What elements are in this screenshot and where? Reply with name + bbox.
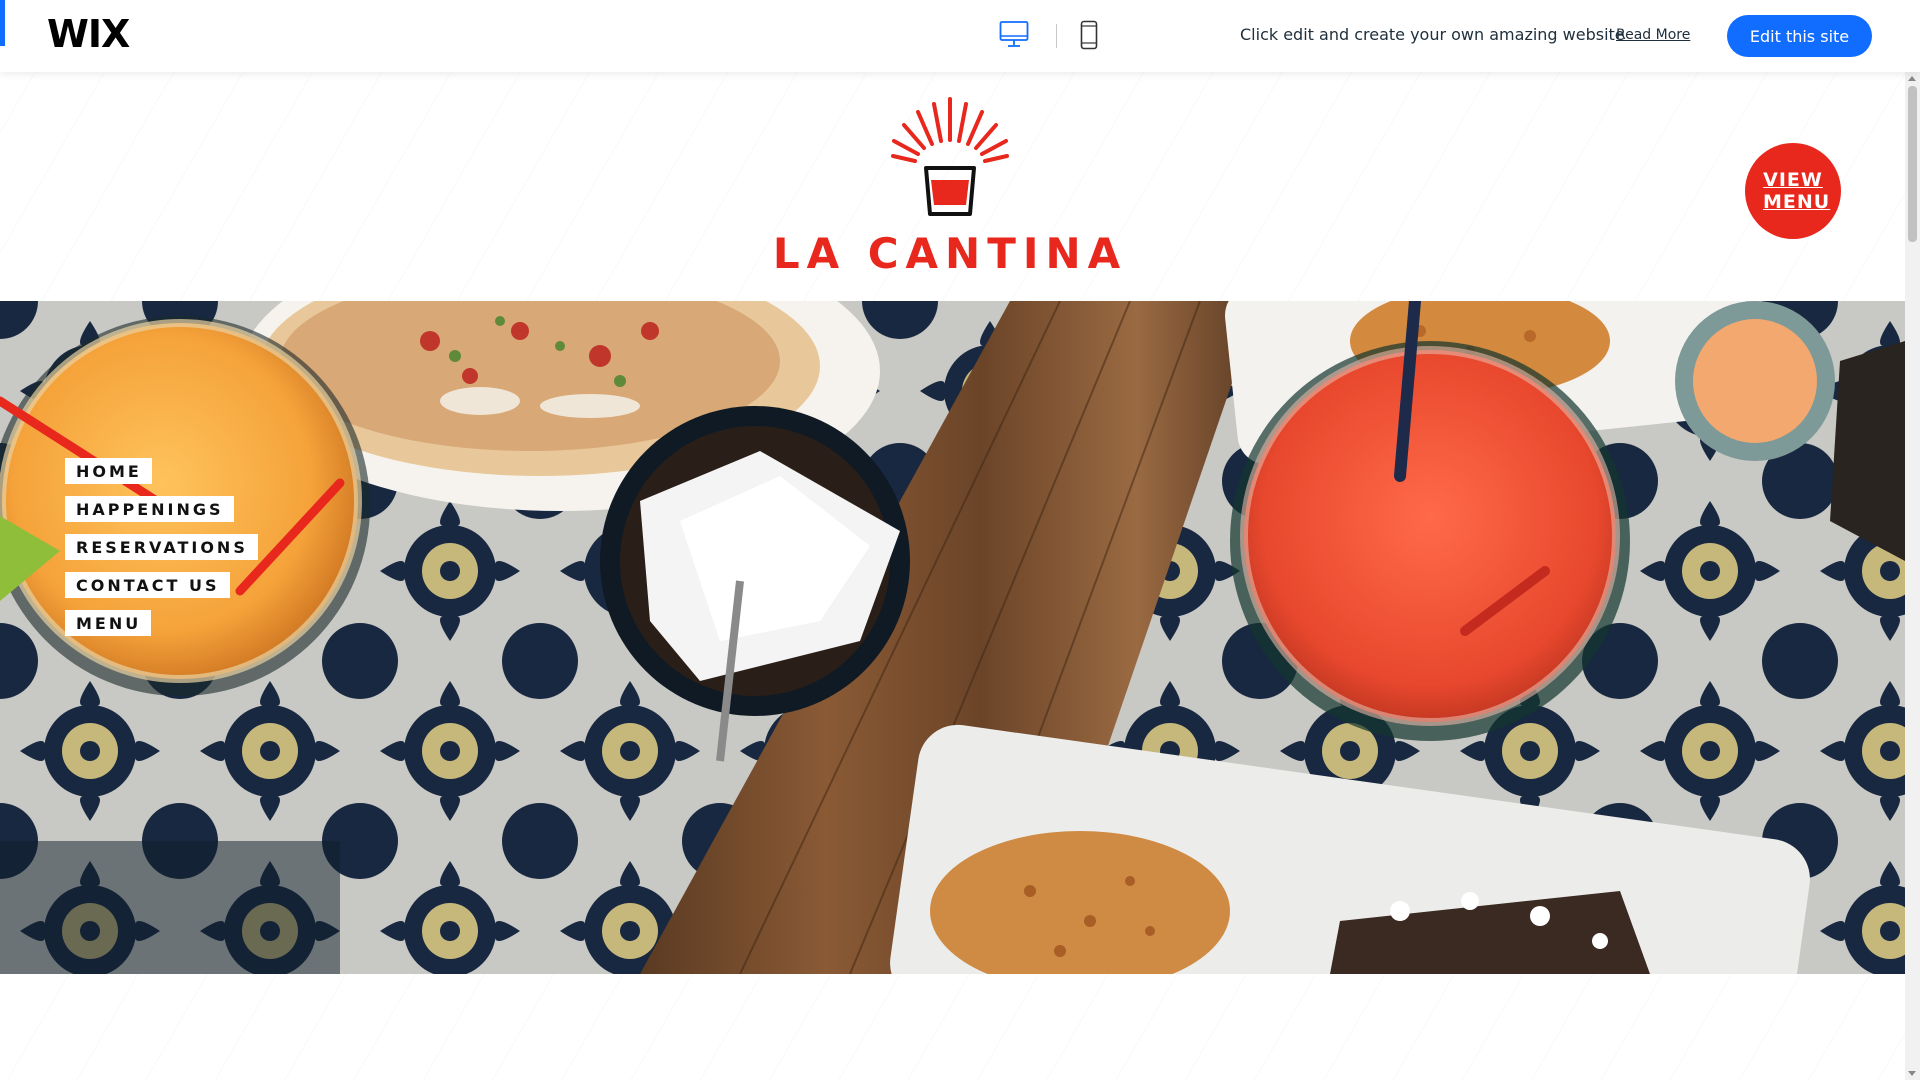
promo-text: Click edit and create your own amazing w…: [1240, 25, 1625, 44]
desktop-icon[interactable]: [999, 20, 1029, 53]
view-menu-button[interactable]: VIEW MENU: [1745, 143, 1841, 239]
read-more-link[interactable]: Read More: [1616, 27, 1690, 43]
nav-item-reservations[interactable]: RESERVATIONS: [65, 534, 258, 560]
wix-top-bar: WIX Click edit and create your own amazi…: [0, 0, 1920, 72]
device-separator: [1056, 24, 1057, 48]
scroll-up-arrow[interactable]: [1908, 76, 1916, 81]
scroll-down-arrow[interactable]: [1908, 1071, 1916, 1076]
nav-item-home[interactable]: HOME: [65, 458, 152, 484]
wix-logo[interactable]: WIX: [47, 12, 130, 56]
hero-food-illustration: [0, 301, 1905, 974]
scroll-thumb[interactable]: [1908, 86, 1917, 242]
nav-item-happenings[interactable]: HAPPENINGS: [65, 496, 234, 522]
site-page: LA CANTINA VIEW MENU HOME HAPPENINGS RES…: [0, 72, 1905, 1080]
wix-accent-stripe: [0, 0, 5, 46]
mobile-icon[interactable]: [1080, 20, 1098, 55]
nav-item-contact-us[interactable]: CONTACT US: [65, 572, 230, 598]
site-nav: HOME HAPPENINGS RESERVATIONS CONTACT US …: [65, 458, 258, 648]
drink-glass-icon: [890, 96, 1010, 223]
hero-image: HOME HAPPENINGS RESERVATIONS CONTACT US …: [0, 301, 1905, 974]
page-scrollbar[interactable]: [1905, 72, 1920, 1080]
nav-item-menu[interactable]: MENU: [65, 610, 152, 636]
brand-name: LA CANTINA: [772, 229, 1128, 278]
view-menu-label: VIEW MENU: [1763, 169, 1831, 213]
edit-site-button[interactable]: Edit this site: [1727, 15, 1872, 57]
